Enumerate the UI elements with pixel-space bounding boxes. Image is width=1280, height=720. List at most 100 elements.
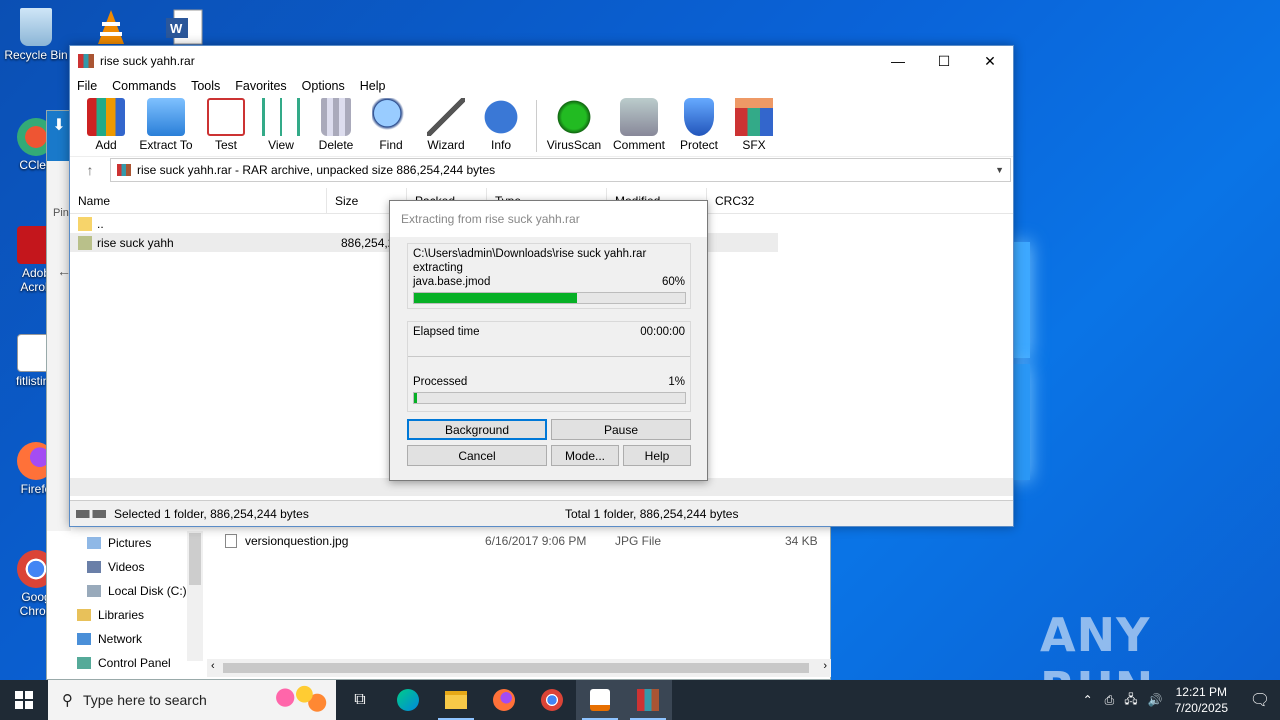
add-button[interactable]: Add — [80, 96, 132, 152]
toolbar-label: Protect — [679, 138, 718, 152]
scroll-left-icon[interactable]: ‹ — [211, 660, 215, 672]
network-drive-icon[interactable]: ⎙ — [1105, 693, 1115, 708]
info-button[interactable]: Info — [475, 96, 527, 152]
minimize-button[interactable]: — — [875, 46, 921, 76]
column-crc32[interactable]: CRC32 — [707, 188, 777, 214]
delete-button[interactable]: Delete — [310, 96, 362, 152]
nav-label: Local Disk (C:) — [108, 584, 187, 598]
toolbar-label: Delete — [318, 138, 354, 152]
file-size: 34 KB — [785, 534, 818, 548]
address-field[interactable]: rise suck yahh.rar - RAR archive, unpack… — [110, 157, 1011, 182]
divider — [408, 356, 690, 357]
status-selected: Selected 1 folder, 886,254,244 bytes — [114, 506, 309, 521]
show-hidden-icons-icon[interactable]: ⌃ — [1083, 693, 1093, 707]
archive-path: C:\Users\admin\Downloads\rise suck yahh.… — [413, 248, 647, 260]
magnifier-icon — [372, 98, 410, 136]
virusscan-button[interactable]: VirusScan — [543, 96, 605, 152]
volume-icon[interactable]: 🔊 — [1148, 693, 1163, 707]
nav-item-videos[interactable]: Videos — [77, 555, 237, 579]
add-icon — [87, 98, 125, 136]
libraries-icon — [77, 609, 91, 621]
cancel-button[interactable]: Cancel — [407, 445, 547, 466]
videos-icon — [87, 561, 101, 573]
view-button[interactable]: View — [255, 96, 307, 152]
folder-icon — [78, 235, 92, 250]
menu-tools[interactable]: Tools — [191, 79, 220, 93]
background-button[interactable]: Background — [407, 419, 547, 440]
extract-to-button[interactable]: Extract To — [135, 96, 197, 152]
nav-item-local-disk[interactable]: Local Disk (C:) — [77, 579, 237, 603]
task-view-button[interactable]: ⧉ — [336, 680, 384, 720]
chevron-down-icon[interactable]: ▼ — [995, 165, 1004, 175]
file-row[interactable]: versionquestion.jpg 6/16/2017 9:06 PM JP… — [225, 531, 825, 551]
firefox-taskbar-button[interactable] — [480, 680, 528, 720]
toolbar: Add Extract To Test View Delete Find Wiz… — [70, 96, 1013, 156]
up-arrow-icon[interactable]: ↑ — [70, 162, 110, 178]
processed-label: Processed — [413, 376, 468, 388]
comment-button[interactable]: Comment — [608, 96, 670, 152]
explorer-ribbon-tab[interactable]: ⬇ — [47, 111, 71, 161]
network-icon[interactable]: 🖧 — [1124, 690, 1137, 711]
file-row-size: 886,254,2 — [341, 235, 395, 250]
folder-icon — [445, 691, 467, 709]
scroll-right-icon[interactable]: › — [823, 660, 827, 672]
test-button[interactable]: Test — [200, 96, 252, 152]
menu-file[interactable]: File — [77, 79, 97, 93]
toolbar-label: VirusScan — [546, 138, 602, 152]
pause-button[interactable]: Pause — [551, 419, 691, 440]
shield-icon — [684, 98, 714, 136]
maximize-button[interactable]: ☐ — [921, 46, 967, 76]
vlc-icon[interactable] — [94, 8, 128, 46]
toolbar-label: Add — [95, 138, 117, 152]
drive-icon — [87, 585, 101, 597]
explorer-taskbar-button[interactable] — [432, 680, 480, 720]
menu-help[interactable]: Help — [360, 79, 386, 93]
nav-item-network[interactable]: Network — [77, 627, 237, 651]
wizard-button[interactable]: Wizard — [420, 96, 472, 152]
book-icon — [262, 98, 300, 136]
mode-button[interactable]: Mode... — [551, 445, 619, 466]
java-taskbar-button[interactable] — [576, 680, 624, 720]
svg-text:W: W — [170, 21, 183, 36]
status-total: Total 1 folder, 886,254,244 bytes — [565, 506, 739, 521]
system-tray: ⌃ ⎙ 🖧 🔊 12:21 PM 7/20/2025 🗨 — [1083, 680, 1280, 720]
help-button[interactable]: Help — [623, 445, 691, 466]
find-button[interactable]: Find — [365, 96, 417, 152]
horizontal-scrollbar[interactable]: ‹ › — [207, 659, 831, 677]
edge-taskbar-button[interactable] — [384, 680, 432, 720]
file-progress-fill — [414, 293, 577, 303]
nav-item-libraries[interactable]: Libraries — [77, 603, 237, 627]
nav-item-pictures[interactable]: Pictures — [77, 531, 237, 555]
elapsed-label: Elapsed time — [413, 326, 480, 338]
drive-icon — [76, 509, 106, 518]
file-name: versionquestion.jpg — [245, 534, 349, 548]
menu-options[interactable]: Options — [302, 79, 345, 93]
extraction-dialog[interactable]: Extracting from rise suck yahh.rar C:\Us… — [389, 200, 708, 481]
desktop-icon-recycle-bin[interactable]: Recycle Bin — [0, 8, 72, 62]
menu-commands[interactable]: Commands — [112, 79, 176, 93]
column-name[interactable]: Name — [70, 187, 327, 214]
title-bar[interactable]: rise suck yahh.rar — ☐ ✕ — [70, 46, 1013, 76]
close-button[interactable]: ✕ — [967, 46, 1013, 76]
search-box[interactable]: ⚲ Type here to search — [48, 680, 336, 720]
clock[interactable]: 12:21 PM 7/20/2025 — [1175, 684, 1228, 716]
winrar-taskbar-button[interactable] — [624, 680, 672, 720]
pictures-icon — [87, 537, 101, 549]
folder-extract-icon — [147, 98, 185, 136]
word-doc-icon[interactable]: W — [164, 8, 204, 46]
chrome-taskbar-button[interactable] — [528, 680, 576, 720]
nav-label: Libraries — [98, 608, 145, 622]
sfx-button[interactable]: SFX — [728, 96, 780, 152]
start-button[interactable] — [0, 680, 48, 720]
toolbar-label: SFX — [742, 138, 766, 152]
desktop-icon-label: Recycle Bin — [4, 48, 68, 62]
java-icon — [590, 689, 610, 711]
nav-scrollbar[interactable] — [187, 531, 203, 661]
magic-wand-icon — [427, 98, 465, 136]
explorer-sidebar: ⬇ Pin ← — [47, 111, 71, 531]
notifications-icon[interactable]: 🗨 — [1240, 690, 1280, 710]
tulips-decoration — [266, 684, 330, 718]
protect-button[interactable]: Protect — [673, 96, 725, 152]
toolbar-label: Info — [490, 138, 511, 152]
menu-favorites[interactable]: Favorites — [235, 79, 286, 93]
